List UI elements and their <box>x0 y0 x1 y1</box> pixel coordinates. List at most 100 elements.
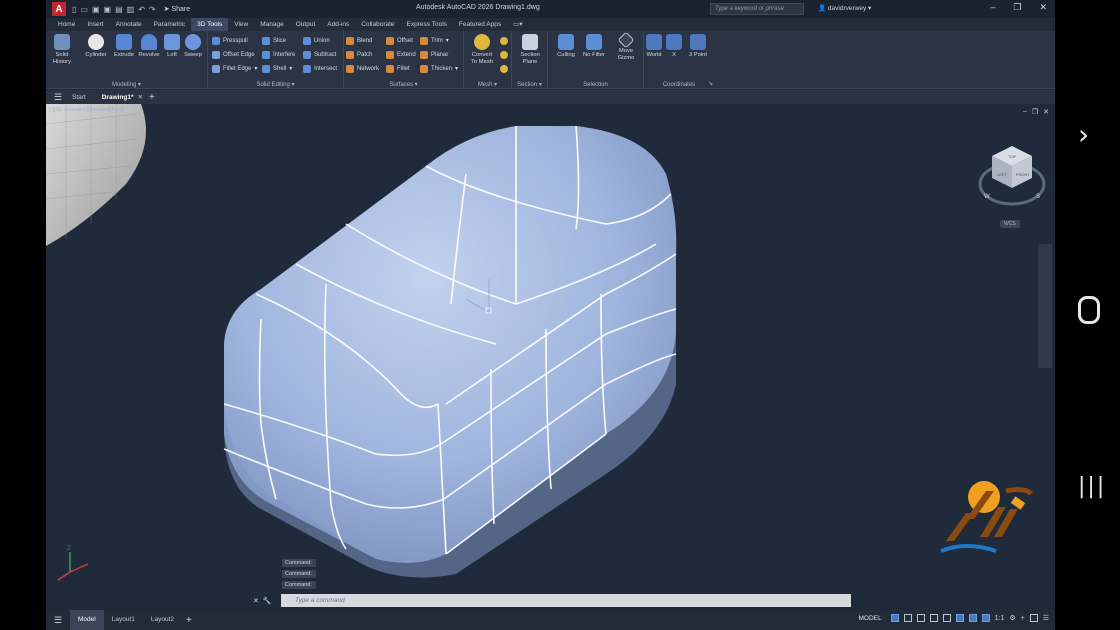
tab-annotate[interactable]: Annotate <box>110 18 148 31</box>
clean-screen-icon[interactable] <box>1029 614 1038 622</box>
viewport-restore-icon[interactable]: ❐ <box>1032 108 1038 116</box>
section-panel-label[interactable]: Section ▾ <box>512 81 547 88</box>
shell-button[interactable]: Shell ▾ <box>262 63 292 74</box>
mesh-panel-label[interactable]: Mesh ▾ <box>464 81 511 88</box>
culling-button[interactable]: Culling <box>552 34 580 59</box>
intersect-button[interactable]: Intersect <box>303 63 337 74</box>
trim-button[interactable]: Trim ▾ <box>420 35 449 46</box>
close-tab-icon[interactable]: ✕ <box>138 93 143 101</box>
annotation-scale[interactable]: 1:1 <box>995 615 1005 622</box>
offset-button[interactable]: Offset <box>386 35 413 46</box>
extrude-button[interactable]: Extrude <box>110 34 138 59</box>
sweep-button[interactable]: Sweep <box>179 34 207 59</box>
tab-collaborate[interactable]: Collaborate <box>355 18 400 31</box>
hamburger-menu-icon[interactable]: ☰ <box>54 92 64 103</box>
app-menu-button[interactable]: A <box>52 2 66 16</box>
annotation-icon[interactable] <box>981 614 990 622</box>
union-button[interactable]: Union <box>303 35 330 46</box>
tab-start[interactable]: Start <box>64 94 94 101</box>
viewport-controls-label[interactable]: [-][SE Isometric][Shaded][Fast] <box>49 107 124 113</box>
blend-button[interactable]: Blend <box>346 35 372 46</box>
undo-icon[interactable]: ↶ <box>138 5 145 14</box>
tab-insert[interactable]: Insert <box>81 18 109 31</box>
navigation-bar[interactable] <box>1038 244 1052 368</box>
tab-layout2[interactable]: Layout2 <box>143 610 182 630</box>
section-plane-button[interactable]: Section Plane <box>514 34 546 66</box>
command-customize-icon[interactable]: 🔧 <box>263 597 272 605</box>
home-nav-icon[interactable] <box>1078 296 1100 324</box>
slice-button[interactable]: Slice <box>262 35 286 46</box>
saveas-icon[interactable]: ▣ <box>104 5 112 14</box>
osnap-icon[interactable] <box>955 614 964 622</box>
tab-model[interactable]: Model <box>70 610 104 630</box>
plus-icon[interactable]: + <box>1021 615 1025 622</box>
tab-express-tools[interactable]: Express Tools <box>401 18 453 31</box>
world-ucs-button[interactable]: World <box>644 34 664 59</box>
model-space-toggle[interactable]: MODEL <box>858 615 881 622</box>
command-input[interactable]: Type a command <box>281 594 851 607</box>
viewport-minimize-icon[interactable]: – <box>1023 108 1027 116</box>
grid-icon[interactable] <box>890 614 899 622</box>
workspace-gear-icon[interactable]: ⚙ <box>1009 614 1015 622</box>
planar-button[interactable]: Planar <box>420 49 448 60</box>
tab-featured-apps[interactable]: Featured Apps <box>453 18 507 31</box>
polar-icon[interactable] <box>929 614 938 622</box>
tab-manage[interactable]: Manage <box>254 18 290 31</box>
rounded-box-solid[interactable] <box>224 126 677 563</box>
extend-button[interactable]: Extend <box>386 49 416 60</box>
tab-view[interactable]: View <box>228 18 254 31</box>
network-button[interactable]: Network <box>346 63 379 74</box>
mesh-tool-1[interactable] <box>500 35 508 46</box>
user-account[interactable]: 👤 davidrverwey ▾ <box>818 4 871 12</box>
tab-parametric[interactable]: Parametric <box>148 18 191 31</box>
drawing-viewport[interactable]: Z TOP LEFT FRONT W S [-][SE Isometric][S… <box>46 104 1055 596</box>
tab-3d-tools[interactable]: 3D Tools <box>191 18 229 31</box>
new-icon[interactable]: ▯ <box>72 5 76 14</box>
layout-menu-icon[interactable]: ☰ <box>54 615 64 626</box>
mesh-tool-3[interactable] <box>500 63 508 74</box>
new-tab-icon[interactable]: + <box>149 92 155 103</box>
subtract-button[interactable]: Subtract <box>303 49 336 60</box>
no-filter-button[interactable]: No Filter <box>580 34 608 59</box>
cylinder-button[interactable]: Cylinder <box>82 34 110 59</box>
panel-expand-icon[interactable]: ↘ <box>708 80 713 87</box>
tab-output[interactable]: Output <box>290 18 322 31</box>
customization-menu-icon[interactable]: ☰ <box>1043 614 1049 622</box>
print-icon[interactable]: ▥ <box>127 5 135 14</box>
snap-icon[interactable] <box>903 614 912 622</box>
ortho-icon[interactable] <box>916 614 925 622</box>
add-layout-icon[interactable]: + <box>186 615 192 626</box>
modeling-panel-label[interactable]: Modeling ▾ <box>46 81 207 88</box>
surfaces-panel-label[interactable]: Surfaces ▾ <box>344 81 463 88</box>
fillet-edge-button[interactable]: Fillet Edge ▾ <box>212 63 257 74</box>
tab-layout1[interactable]: Layout1 <box>104 610 143 630</box>
redo-icon[interactable]: ↷ <box>149 5 156 14</box>
restore-icon[interactable]: ❐ <box>1013 2 1021 13</box>
open-icon[interactable]: ▭ <box>80 5 88 14</box>
move-gizmo-button[interactable]: Move Gizmo <box>612 31 640 62</box>
tab-overflow-icon[interactable]: ▭▾ <box>507 18 528 31</box>
viewcube[interactable]: TOP LEFT FRONT W S <box>978 146 1046 206</box>
patch-button[interactable]: Patch <box>346 49 372 60</box>
thicken-button[interactable]: Thicken ▾ <box>420 63 458 74</box>
solid-editing-panel-label[interactable]: Solid Editing ▾ <box>208 81 343 88</box>
recents-nav-icon[interactable]: ||| <box>1078 474 1106 499</box>
web-icon[interactable]: ▤ <box>115 5 123 14</box>
tab-drawing1[interactable]: Drawing1* <box>94 94 142 101</box>
convert-to-mesh-button[interactable]: Convert To Mesh <box>466 34 498 66</box>
search-input[interactable]: Type a keyword or phrase <box>710 3 804 15</box>
object-snap-tracking-icon[interactable] <box>968 614 977 622</box>
forward-nav-icon[interactable]: › <box>1078 118 1089 151</box>
presspull-button[interactable]: Presspull <box>212 35 248 46</box>
isodraft-icon[interactable] <box>942 614 951 622</box>
fillet-button[interactable]: Fillet <box>386 63 410 74</box>
solid-history-button[interactable]: Solid History <box>48 34 76 66</box>
cylinder-object[interactable] <box>46 104 146 246</box>
offset-edge-button[interactable]: Offset Edge <box>212 49 255 60</box>
viewport-close-icon[interactable]: ✕ <box>1043 108 1049 116</box>
tab-add-ins[interactable]: Add-ins <box>321 18 355 31</box>
minimize-icon[interactable]: – <box>990 2 995 13</box>
save-icon[interactable]: ▣ <box>92 5 100 14</box>
share-button[interactable]: ➤ Share <box>164 5 191 13</box>
three-point-ucs-button[interactable]: 3 Point <box>684 34 712 59</box>
